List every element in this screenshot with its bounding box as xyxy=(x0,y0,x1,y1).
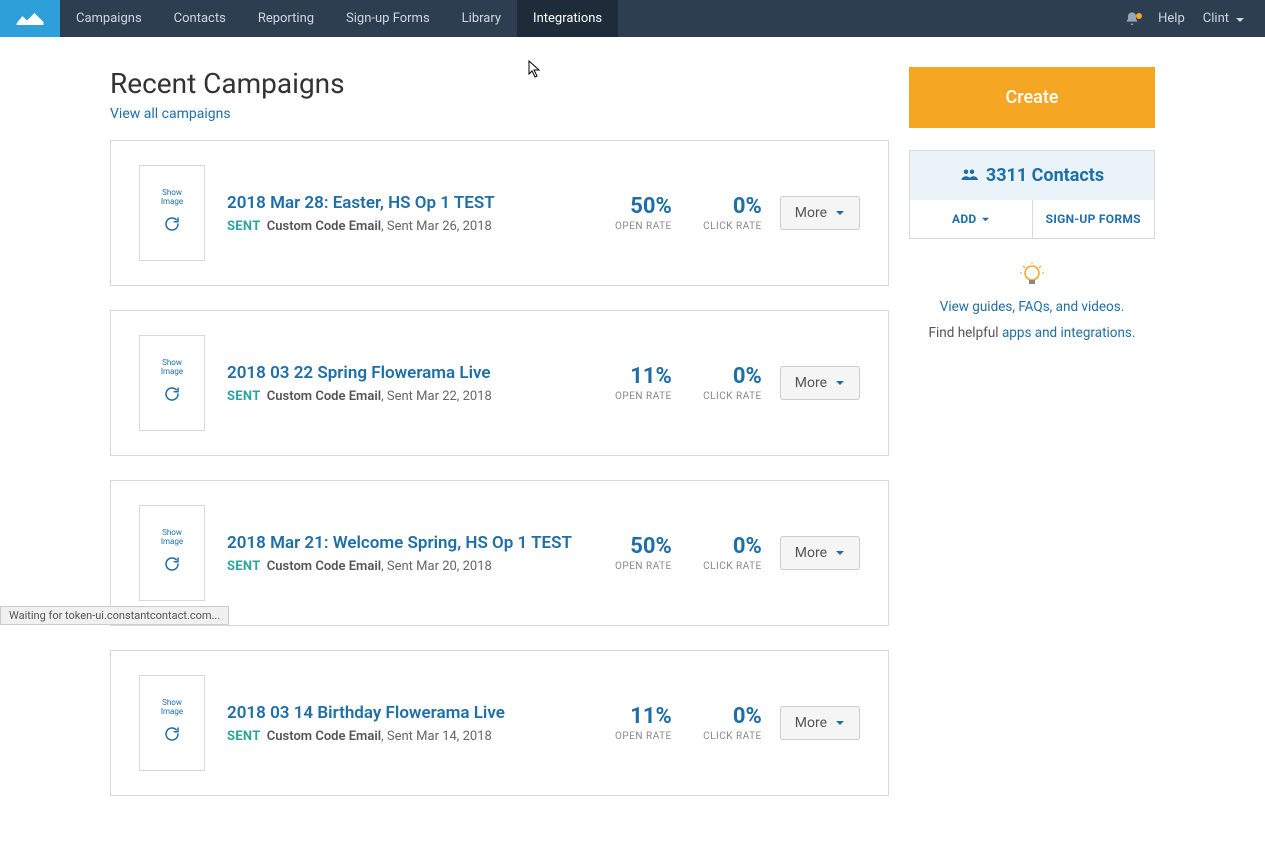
chevron-down-icon xyxy=(835,208,845,218)
campaign-thumbnail[interactable]: ShowImage xyxy=(139,675,205,771)
top-nav: Campaigns Contacts Reporting Sign-up For… xyxy=(0,0,1265,37)
open-rate-metric: 50% OPEN RATE xyxy=(582,534,672,572)
campaign-sent-date: , Sent Mar 22, 2018 xyxy=(381,389,492,404)
campaign-card: ShowImage 2018 03 14 Birthday Flowerama … xyxy=(110,650,889,796)
user-menu[interactable]: Clint xyxy=(1203,11,1245,26)
more-button[interactable]: More xyxy=(780,196,860,230)
chevron-down-icon xyxy=(835,548,845,558)
nav-right: Help Clint xyxy=(1124,0,1265,37)
campaign-status: SENT xyxy=(227,559,261,574)
sidebar: Create 3311 Contacts ADD SIGN-UP FORMS V… xyxy=(909,67,1155,341)
campaign-meta: SENT Custom Code Email, Sent Mar 20, 201… xyxy=(227,559,582,574)
campaign-card: ShowImage 2018 Mar 21: Welcome Spring, H… xyxy=(110,480,889,626)
more-button[interactable]: More xyxy=(780,536,860,570)
nav-items: Campaigns Contacts Reporting Sign-up For… xyxy=(60,0,618,37)
open-rate-metric: 11% OPEN RATE xyxy=(582,364,672,402)
show-image-text: ShowImage xyxy=(161,359,183,377)
contacts-count: 3311 Contacts xyxy=(986,165,1104,186)
view-all-campaigns-link[interactable]: View all campaigns xyxy=(110,106,231,122)
nav-reporting[interactable]: Reporting xyxy=(242,0,330,37)
campaign-thumbnail[interactable]: ShowImage xyxy=(139,505,205,601)
click-rate-metric: 0% CLICK RATE xyxy=(672,534,762,572)
campaign-type: Custom Code Email xyxy=(267,389,381,404)
reload-icon xyxy=(163,385,181,407)
help-link[interactable]: Help xyxy=(1158,11,1185,26)
nav-signup-forms[interactable]: Sign-up Forms xyxy=(330,0,446,37)
campaign-status: SENT xyxy=(227,389,261,404)
campaign-sent-date: , Sent Mar 14, 2018 xyxy=(381,729,492,744)
nav-contacts[interactable]: Contacts xyxy=(158,0,242,37)
find-helpful-text: Find helpful apps and integrations. xyxy=(909,325,1155,341)
open-rate-metric: 50% OPEN RATE xyxy=(582,194,672,232)
view-guides-link[interactable]: View guides, FAQs, and videos. xyxy=(909,299,1155,315)
campaign-sent-date: , Sent Mar 26, 2018 xyxy=(381,219,492,234)
campaign-status: SENT xyxy=(227,219,261,234)
campaign-type: Custom Code Email xyxy=(267,729,381,744)
chevron-down-icon xyxy=(835,378,845,388)
contacts-header[interactable]: 3311 Contacts xyxy=(910,151,1154,200)
user-name: Clint xyxy=(1203,11,1229,26)
campaign-card: ShowImage 2018 03 22 Spring Flowerama Li… xyxy=(110,310,889,456)
more-button[interactable]: More xyxy=(780,366,860,400)
main-content: Recent Campaigns View all campaigns Show… xyxy=(110,67,889,820)
contacts-box: 3311 Contacts ADD SIGN-UP FORMS xyxy=(909,150,1155,239)
campaign-meta: SENT Custom Code Email, Sent Mar 22, 201… xyxy=(227,389,582,404)
nav-integrations[interactable]: Integrations xyxy=(517,0,618,37)
show-image-text: ShowImage xyxy=(161,699,183,717)
show-image-text: ShowImage xyxy=(161,189,183,207)
lightbulb-icon xyxy=(1018,261,1046,289)
apps-integrations-link[interactable]: apps and integrations. xyxy=(1002,325,1136,341)
notifications-icon[interactable] xyxy=(1124,11,1140,27)
notification-dot xyxy=(1136,13,1142,19)
campaign-title[interactable]: 2018 03 14 Birthday Flowerama Live xyxy=(227,703,582,723)
click-rate-metric: 0% CLICK RATE xyxy=(672,704,762,742)
chevron-down-icon xyxy=(981,215,990,224)
campaign-thumbnail[interactable]: ShowImage xyxy=(139,165,205,261)
campaign-list: ShowImage 2018 Mar 28: Easter, HS Op 1 T… xyxy=(110,140,889,796)
campaign-meta: SENT Custom Code Email, Sent Mar 26, 201… xyxy=(227,219,582,234)
nav-library[interactable]: Library xyxy=(446,0,517,37)
reload-icon xyxy=(163,555,181,577)
campaign-title[interactable]: 2018 03 22 Spring Flowerama Live xyxy=(227,363,582,383)
campaign-card: ShowImage 2018 Mar 28: Easter, HS Op 1 T… xyxy=(110,140,889,286)
campaign-status: SENT xyxy=(227,729,261,744)
signup-forms-button[interactable]: SIGN-UP FORMS xyxy=(1033,200,1155,238)
click-rate-metric: 0% CLICK RATE xyxy=(672,364,762,402)
campaign-sent-date: , Sent Mar 20, 2018 xyxy=(381,559,492,574)
create-button[interactable]: Create xyxy=(909,67,1155,128)
campaign-type: Custom Code Email xyxy=(267,559,381,574)
nav-campaigns[interactable]: Campaigns xyxy=(60,0,158,37)
page-title: Recent Campaigns xyxy=(110,67,889,100)
click-rate-metric: 0% CLICK RATE xyxy=(672,194,762,232)
browser-statusbar: Waiting for token-ui.constantcontact.com… xyxy=(0,606,229,625)
chevron-down-icon xyxy=(1235,14,1245,24)
campaign-meta: SENT Custom Code Email, Sent Mar 14, 201… xyxy=(227,729,582,744)
campaign-title[interactable]: 2018 Mar 21: Welcome Spring, HS Op 1 TES… xyxy=(227,533,582,553)
contacts-icon xyxy=(960,165,978,186)
reload-icon xyxy=(163,725,181,747)
campaign-title[interactable]: 2018 Mar 28: Easter, HS Op 1 TEST xyxy=(227,193,582,213)
more-button[interactable]: More xyxy=(780,706,860,740)
open-rate-metric: 11% OPEN RATE xyxy=(582,704,672,742)
chevron-down-icon xyxy=(835,718,845,728)
campaign-type: Custom Code Email xyxy=(267,219,381,234)
add-contacts-button[interactable]: ADD xyxy=(910,200,1033,238)
logo[interactable] xyxy=(0,0,60,37)
campaign-thumbnail[interactable]: ShowImage xyxy=(139,335,205,431)
show-image-text: ShowImage xyxy=(161,529,183,547)
reload-icon xyxy=(163,215,181,237)
